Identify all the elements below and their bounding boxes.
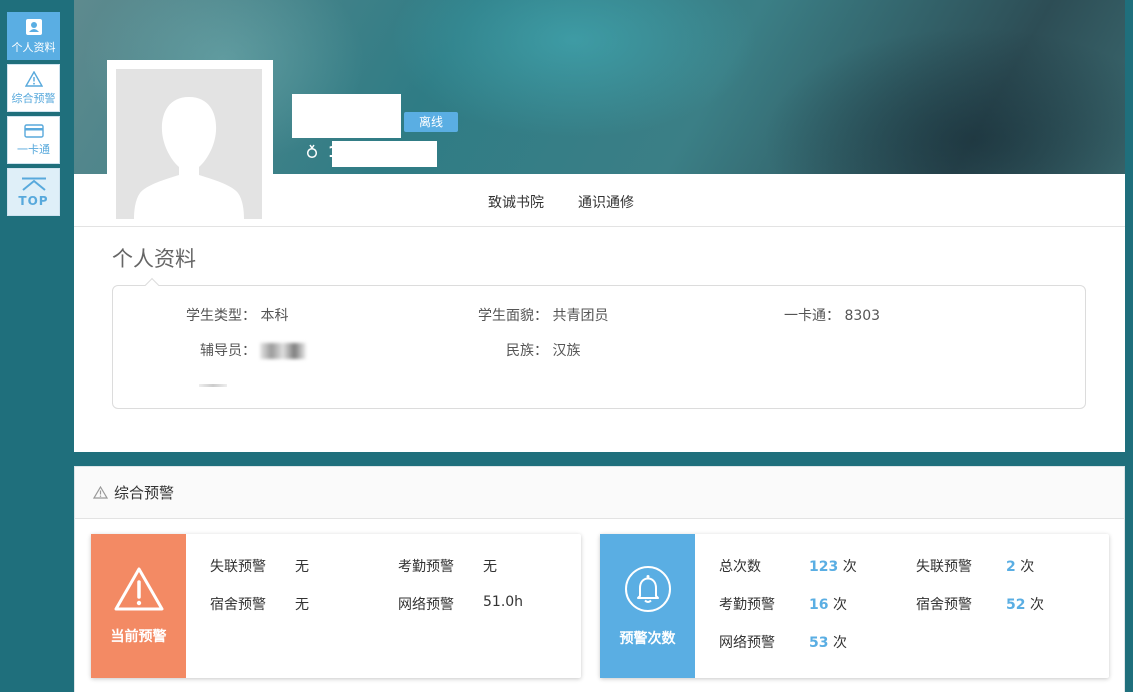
faded-text xyxy=(199,384,227,387)
chevron-up-icon xyxy=(21,177,46,191)
count-item-label: 总次数 xyxy=(719,559,761,575)
profile-card: 离线 1 致诚书院 通识通修 个人资料 学生类型： 本科 学生面貌： 共青团员 … xyxy=(74,0,1125,452)
count-unit: 次 xyxy=(1020,559,1035,575)
warning-panel: 综合预警 当前预警 失联预警 无 考勤预警 无 宿舍预警 无 网络预警 51.0… xyxy=(74,466,1125,692)
count-number: 2 xyxy=(1006,559,1016,575)
warning-icon xyxy=(24,70,43,87)
field-value: 8303 xyxy=(844,308,881,324)
current-item-label: 网络预警 xyxy=(398,597,454,613)
bell-icon xyxy=(624,566,671,612)
count-item-value: 53 次 xyxy=(809,632,847,652)
nav-item-label: 一卡通 xyxy=(17,142,50,156)
count-item-label: 网络预警 xyxy=(719,635,775,651)
count-number: 52 xyxy=(1006,597,1026,613)
tab-college[interactable]: 致诚书院 xyxy=(488,192,544,212)
count-item-value: 123 次 xyxy=(809,556,857,576)
status-badge: 离线 xyxy=(404,112,458,132)
current-item-value: 无 xyxy=(295,597,309,613)
nav-item-warning[interactable]: 综合预警 xyxy=(7,64,60,112)
field-card-number: 一卡通： 8303 xyxy=(784,305,880,325)
card-icon xyxy=(23,123,44,138)
personal-info-box: 学生类型： 本科 学生面貌： 共青团员 一卡通： 8303 辅导员： 民族： 汉… xyxy=(112,277,1086,409)
nav-item-label: 综合预警 xyxy=(11,91,56,105)
student-id-redacted xyxy=(332,141,437,167)
count-item-value: 2 次 xyxy=(1006,556,1034,576)
nav-item-profile[interactable]: 个人资料 xyxy=(7,12,60,60)
count-unit: 次 xyxy=(1029,597,1044,613)
current-warning-side: 当前预警 xyxy=(91,534,186,678)
side-nav: 个人资料 综合预警 一卡通 TOP xyxy=(7,12,60,220)
field-label: 民族： xyxy=(506,343,548,359)
count-unit: 次 xyxy=(832,597,847,613)
count-number: 123 xyxy=(809,559,839,575)
current-item-value: 无 xyxy=(483,559,497,575)
warning-count-card: 预警次数 总次数 123 次 失联预警 2 次 考勤预警 16 次 宿舍预警 5… xyxy=(600,534,1109,678)
field-label: 学生面貌： xyxy=(478,308,548,324)
field-student-type: 学生类型： 本科 xyxy=(186,305,288,325)
count-number: 53 xyxy=(809,635,829,651)
current-warning-card: 当前预警 失联预警 无 考勤预警 无 宿舍预警 无 网络预警 51.0h xyxy=(91,534,581,678)
warning-header: 综合预警 xyxy=(75,467,1124,519)
count-item-value: 16 次 xyxy=(809,594,847,614)
profile-tabs: 致诚书院 通识通修 xyxy=(74,174,1125,227)
current-item-label: 宿舍预警 xyxy=(210,597,266,613)
count-item-value: 52 次 xyxy=(1006,594,1044,614)
count-unit: 次 xyxy=(832,635,847,651)
section-title: 个人资料 xyxy=(112,247,196,271)
count-unit: 次 xyxy=(842,559,857,575)
count-number: 16 xyxy=(809,597,829,613)
info-box-notch xyxy=(144,277,160,293)
counselor-name-blurred xyxy=(260,343,307,359)
field-counselor: 辅导员： xyxy=(200,340,307,360)
warning-count-side: 预警次数 xyxy=(600,534,695,678)
field-label: 一卡通： xyxy=(784,308,840,324)
nav-item-card[interactable]: 一卡通 xyxy=(7,116,60,164)
field-value: 共青团员 xyxy=(552,308,609,324)
field-value: 本科 xyxy=(260,308,289,324)
top-label: TOP xyxy=(18,193,49,208)
field-ethnicity: 民族： 汉族 xyxy=(506,340,580,360)
gender-icon xyxy=(306,144,318,159)
tab-general-course[interactable]: 通识通修 xyxy=(578,192,634,212)
count-item-label: 宿舍预警 xyxy=(916,597,972,613)
count-item-label: 考勤预警 xyxy=(719,597,775,613)
student-name-redacted xyxy=(292,94,401,138)
back-to-top-button[interactable]: TOP xyxy=(7,168,60,216)
current-item-value: 无 xyxy=(295,559,309,575)
warning-header-title: 综合预警 xyxy=(114,484,175,502)
current-item-label: 失联预警 xyxy=(210,559,266,575)
warning-icon xyxy=(93,486,108,499)
current-item-label: 考勤预警 xyxy=(398,559,454,575)
current-warning-label: 当前预警 xyxy=(110,629,167,645)
field-label: 学生类型： xyxy=(186,308,256,324)
field-label: 辅导员： xyxy=(200,343,256,359)
nav-item-label: 个人资料 xyxy=(11,40,56,54)
warning-count-label: 预警次数 xyxy=(619,631,676,647)
field-political-status: 学生面貌： 共青团员 xyxy=(478,305,608,325)
contact-card-icon xyxy=(25,18,42,35)
field-value: 汉族 xyxy=(552,343,581,359)
count-item-label: 失联预警 xyxy=(916,559,972,575)
alert-triangle-icon xyxy=(114,567,163,611)
current-item-value: 51.0h xyxy=(483,594,524,610)
